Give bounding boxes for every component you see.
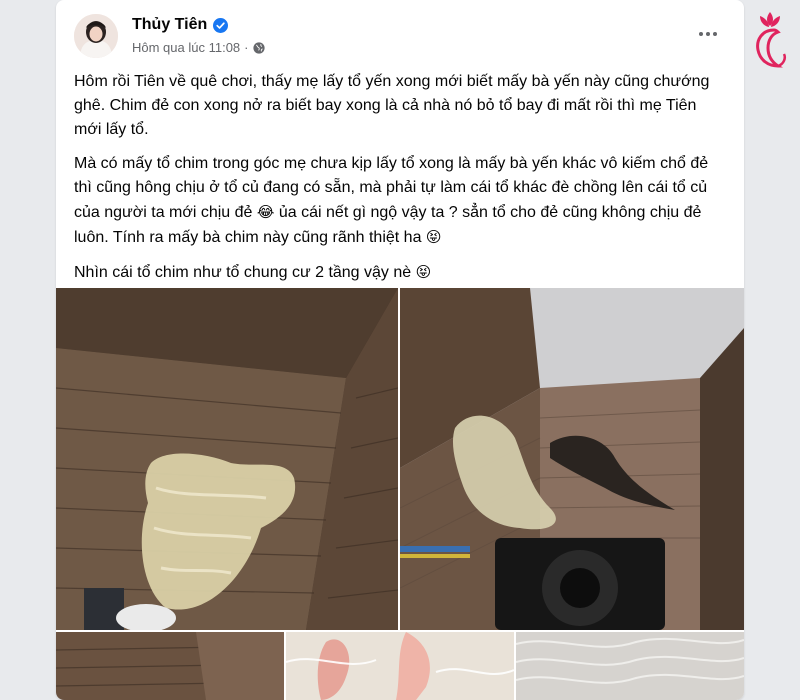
post-photo-1[interactable] <box>56 288 398 630</box>
lotus-woman-logo-icon <box>748 8 792 72</box>
globe-icon[interactable] <box>252 41 265 54</box>
verified-badge-icon <box>213 17 229 33</box>
post-meta: Hôm qua lúc 11:08 · <box>132 40 265 55</box>
post-timestamp[interactable]: Hôm qua lúc 11:08 <box>132 40 240 55</box>
post-photo-2[interactable] <box>400 288 744 630</box>
tongue-emoji-icon: 😝 <box>415 263 432 281</box>
post-paragraph-1: Hôm rồi Tiên về quê chơi, thấy mẹ lấy tổ… <box>74 73 710 138</box>
author-avatar[interactable] <box>74 14 118 58</box>
post-paragraph-2: Mà có mấy tổ chim trong góc mẹ chưa kịp … <box>74 155 709 246</box>
post-header: Thủy Tiên Hôm qua lúc 11:08 · <box>56 0 744 66</box>
author-line: Thủy Tiên <box>132 16 229 34</box>
post-photo-5[interactable] <box>516 632 744 700</box>
more-options-icon <box>699 32 703 36</box>
post-body: Hôm rồi Tiên về quê chơi, thấy mẹ lấy tổ… <box>74 70 726 295</box>
post-photo-3[interactable] <box>56 632 284 700</box>
post-card: Thủy Tiên Hôm qua lúc 11:08 · Hôm rồi Ti… <box>56 0 744 700</box>
meta-separator: · <box>244 40 249 55</box>
laughing-emoji-icon: 😂 <box>256 203 275 221</box>
post-photo-4[interactable] <box>286 632 514 700</box>
more-options-button[interactable] <box>690 20 726 48</box>
author-name[interactable]: Thủy Tiên <box>132 16 207 34</box>
tongue-emoji-icon: 😝 <box>425 228 442 246</box>
post-paragraph-3: Nhìn cái tổ chim như tổ chung cư 2 tầng … <box>74 263 432 281</box>
